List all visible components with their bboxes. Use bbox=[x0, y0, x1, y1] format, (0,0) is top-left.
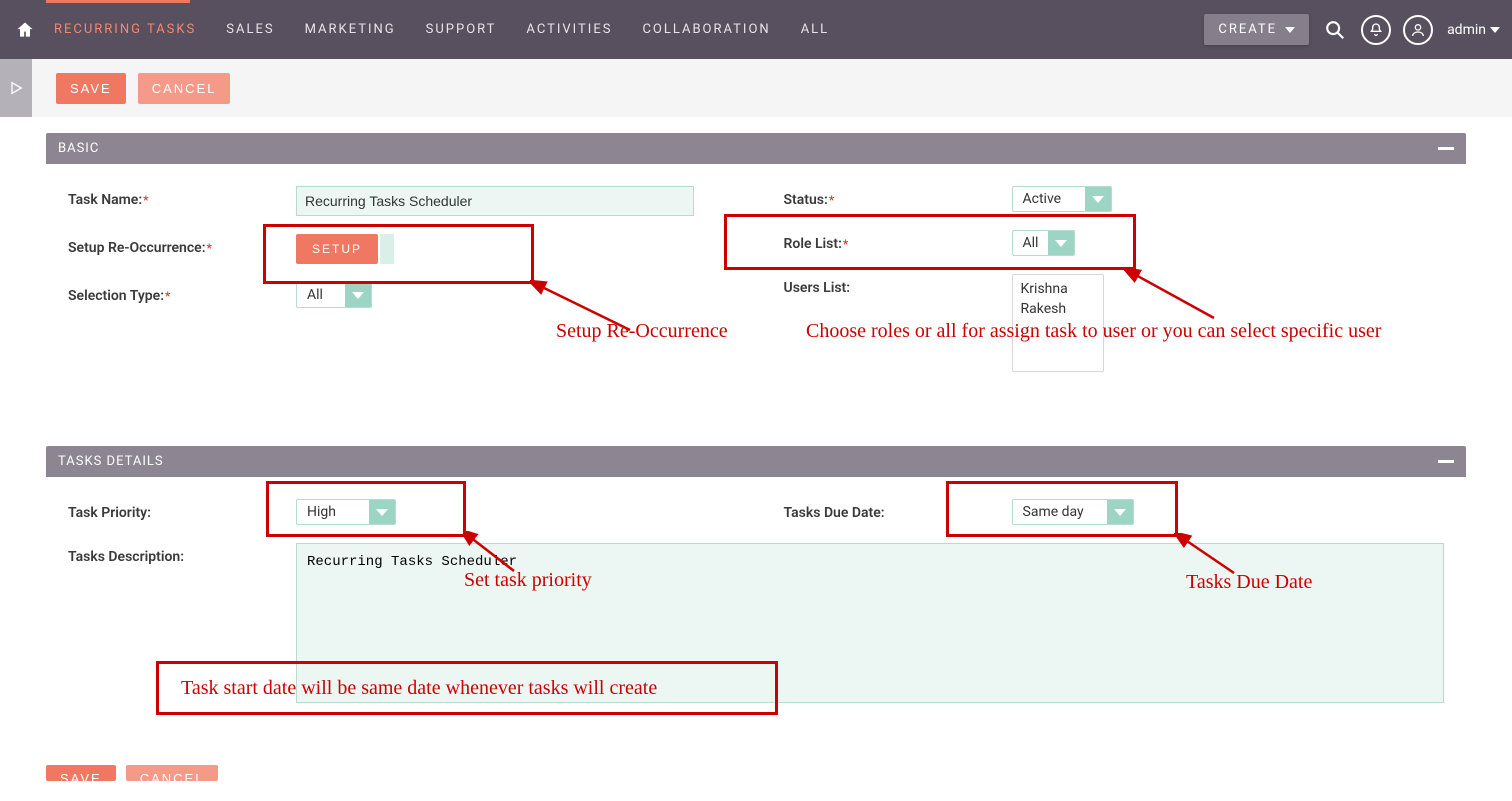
section-basic-body: Task Name:* Setup Re-Occurrence:* SETUP … bbox=[46, 164, 1466, 430]
task-priority-value: High bbox=[297, 500, 369, 524]
chevron-down-icon bbox=[1285, 27, 1295, 33]
nav-collaboration[interactable]: COLLABORATION bbox=[642, 22, 770, 37]
home-icon[interactable] bbox=[14, 19, 36, 41]
chevron-down-icon bbox=[1490, 27, 1500, 33]
label-role-list: Role List:* bbox=[784, 230, 1012, 252]
create-button[interactable]: CREATE bbox=[1204, 14, 1309, 45]
search-icon[interactable] bbox=[1321, 16, 1349, 44]
description-textarea[interactable] bbox=[296, 543, 1444, 703]
label-selection-type: Selection Type:* bbox=[68, 282, 296, 304]
due-date-value: Same day bbox=[1013, 500, 1107, 524]
task-name-input[interactable] bbox=[296, 186, 694, 216]
save-button[interactable]: SAVE bbox=[56, 73, 126, 104]
label-description: Tasks Description: bbox=[68, 543, 296, 565]
role-list-value: All bbox=[1013, 231, 1049, 255]
notifications-icon[interactable] bbox=[1361, 15, 1391, 45]
setup-indicator bbox=[380, 234, 394, 264]
nav-activities[interactable]: ACTIVITIES bbox=[526, 22, 612, 37]
nav-sales[interactable]: SALES bbox=[226, 22, 274, 37]
nav-marketing[interactable]: MARKETING bbox=[305, 22, 396, 37]
selection-type-value: All bbox=[297, 283, 345, 307]
nav-recurring-tasks[interactable]: RECURRING TASKS bbox=[54, 22, 196, 37]
role-list-select[interactable]: All bbox=[1012, 230, 1076, 256]
label-due-date: Tasks Due Date: bbox=[784, 499, 1012, 521]
status-select[interactable]: Active bbox=[1012, 186, 1112, 212]
action-bar: SAVE CANCEL bbox=[0, 59, 1512, 117]
section-basic-title: BASIC bbox=[58, 141, 99, 156]
users-list-item[interactable]: Krishna bbox=[1021, 279, 1095, 299]
cancel-button-bottom[interactable]: CANCEL bbox=[126, 765, 219, 781]
label-task-priority: Task Priority: bbox=[68, 499, 296, 521]
nav-support[interactable]: SUPPORT bbox=[426, 22, 497, 37]
nav-tabs: RECURRING TASKS SALES MARKETING SUPPORT … bbox=[54, 22, 829, 37]
nav-all[interactable]: ALL bbox=[801, 22, 829, 37]
run-icon[interactable] bbox=[0, 59, 32, 117]
save-button-bottom[interactable]: SAVE bbox=[46, 765, 116, 781]
active-tab-underline bbox=[46, 0, 190, 3]
selection-type-select[interactable]: All bbox=[296, 282, 372, 308]
section-details-header: TASKS DETAILS bbox=[46, 446, 1466, 477]
collapse-icon[interactable] bbox=[1438, 147, 1454, 150]
user-menu[interactable]: admin bbox=[1447, 22, 1500, 38]
due-date-select[interactable]: Same day bbox=[1012, 499, 1134, 525]
create-label: CREATE bbox=[1218, 22, 1277, 37]
user-label: admin bbox=[1447, 22, 1486, 38]
setup-button[interactable]: SETUP bbox=[296, 234, 378, 264]
section-basic-header: BASIC bbox=[46, 133, 1466, 164]
label-setup-reoccurrence: Setup Re-Occurrence:* bbox=[68, 234, 296, 256]
users-listbox[interactable]: Krishna Rakesh bbox=[1012, 274, 1104, 372]
label-users-list: Users List: bbox=[784, 274, 1012, 296]
top-navbar: RECURRING TASKS SALES MARKETING SUPPORT … bbox=[0, 0, 1512, 59]
task-priority-select[interactable]: High bbox=[296, 499, 396, 525]
chevron-down-icon bbox=[1048, 231, 1074, 255]
section-details-body: Task Priority: High Tasks Due Date: Same… bbox=[46, 477, 1466, 755]
chevron-down-icon bbox=[345, 283, 371, 307]
chevron-down-icon bbox=[1085, 187, 1111, 211]
collapse-icon[interactable] bbox=[1438, 460, 1454, 463]
chevron-down-icon bbox=[1107, 500, 1133, 524]
user-icon[interactable] bbox=[1403, 15, 1433, 45]
status-value: Active bbox=[1013, 187, 1085, 211]
label-status: Status:* bbox=[784, 186, 1012, 208]
cancel-button[interactable]: CANCEL bbox=[138, 73, 231, 104]
chevron-down-icon bbox=[369, 500, 395, 524]
label-task-name: Task Name:* bbox=[68, 186, 296, 208]
users-list-item[interactable]: Rakesh bbox=[1021, 299, 1095, 319]
section-details-title: TASKS DETAILS bbox=[58, 454, 164, 469]
